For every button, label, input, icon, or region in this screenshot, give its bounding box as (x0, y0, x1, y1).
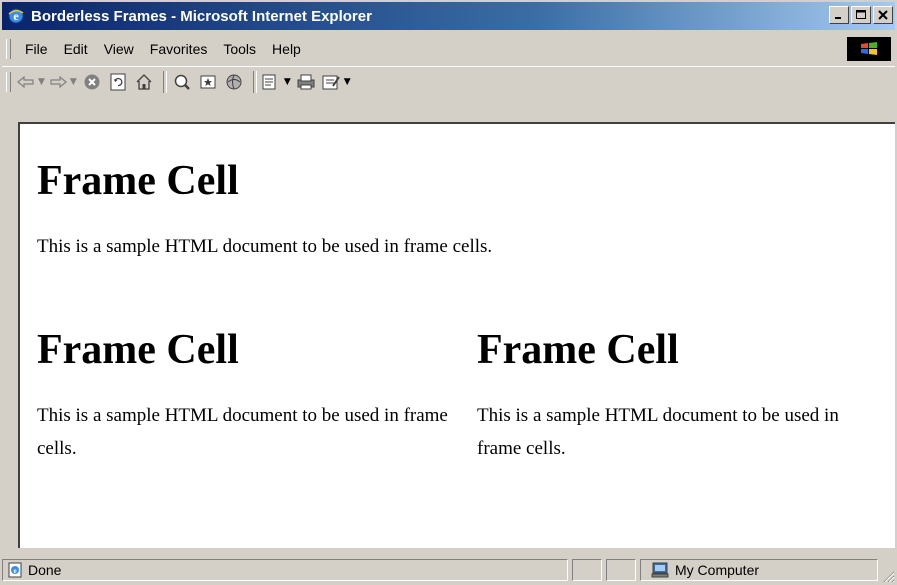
chevron-down-icon[interactable]: ▼ (38, 77, 45, 87)
mail-icon (262, 74, 276, 90)
search-button[interactable] (171, 70, 193, 94)
print-button[interactable] (295, 70, 317, 94)
frame-left-heading: Frame Cell (37, 327, 239, 373)
mail-button[interactable]: ▼ (261, 70, 291, 94)
toolbar-grip[interactable] (6, 72, 11, 92)
back-icon (17, 75, 34, 89)
close-button[interactable] (873, 6, 893, 24)
favorites-button[interactable] (197, 70, 219, 94)
menu-edit[interactable]: Edit (56, 39, 96, 59)
home-icon (136, 74, 152, 90)
status-zone-panel: My Computer (640, 559, 878, 581)
forward-button[interactable]: ▼ (49, 70, 77, 94)
close-icon (878, 10, 888, 20)
menu-file[interactable]: File (17, 39, 56, 59)
maximize-button[interactable] (851, 6, 871, 24)
browser-window: e Borderless Frames - Microsoft Internet… (0, 0, 897, 585)
menu-favorites[interactable]: Favorites (142, 39, 216, 59)
window-title: Borderless Frames - Microsoft Internet E… (31, 7, 372, 25)
maximize-icon (855, 10, 866, 19)
menu-view[interactable]: View (96, 39, 142, 59)
chevron-down-icon[interactable]: ▼ (344, 77, 351, 87)
frame-right: Frame Cell This is a sample HTML documen… (477, 329, 887, 465)
back-button[interactable]: ▼ (17, 70, 45, 94)
svg-text:e: e (13, 567, 16, 575)
frame-top-text: This is a sample HTML document to be use… (37, 236, 493, 257)
frame-top: Frame Cell This is a sample HTML documen… (37, 160, 887, 263)
window-controls (829, 6, 893, 24)
status-zone: My Computer (675, 562, 760, 578)
windows-logo-icon (847, 37, 891, 61)
chevron-down-icon[interactable]: ▼ (284, 77, 291, 87)
frame-right-heading: Frame Cell (477, 327, 679, 373)
chevron-down-icon[interactable]: ▼ (70, 77, 77, 87)
ie-logo-icon: e (7, 7, 25, 25)
refresh-icon (110, 73, 126, 91)
print-icon (297, 74, 315, 90)
standard-toolbar: ▼ ▼ ▼ ▼ (2, 66, 895, 97)
stop-button[interactable] (81, 70, 103, 94)
computer-icon (651, 562, 669, 578)
frame-left: Frame Cell This is a sample HTML documen… (37, 329, 457, 465)
page-done-icon: e (7, 562, 23, 578)
frame-left-text: This is a sample HTML document to be use… (37, 405, 448, 459)
frame-top-heading: Frame Cell (37, 158, 239, 204)
refresh-button[interactable] (107, 70, 129, 94)
status-panel-progress (572, 559, 602, 581)
favorites-icon (200, 75, 216, 89)
minimize-button[interactable] (829, 6, 849, 24)
stop-icon (84, 74, 100, 90)
status-text-panel: e Done (2, 559, 568, 581)
menu-tools[interactable]: Tools (215, 39, 264, 59)
history-button[interactable] (223, 70, 245, 94)
edit-button[interactable]: ▼ (321, 70, 351, 94)
frame-right-text: This is a sample HTML document to be use… (477, 405, 839, 459)
menu-grip[interactable] (6, 39, 11, 59)
toolbar-separator (162, 71, 167, 93)
page-content: Frame Cell This is a sample HTML documen… (18, 122, 895, 548)
status-text: Done (28, 562, 62, 578)
status-panel-secure (606, 559, 636, 581)
forward-icon (50, 75, 67, 89)
menu-bar: File Edit View Favorites Tools Help (2, 36, 895, 62)
home-button[interactable] (133, 70, 155, 94)
toolbar-separator (252, 71, 257, 93)
resize-grip-icon[interactable] (881, 569, 895, 583)
edit-icon (322, 75, 340, 90)
history-icon (226, 74, 242, 90)
search-icon (174, 74, 190, 90)
menu-help[interactable]: Help (264, 39, 309, 59)
title-bar[interactable]: e Borderless Frames - Microsoft Internet… (2, 2, 895, 30)
minimize-icon (835, 17, 841, 19)
status-bar: e Done My Computer (0, 556, 897, 585)
